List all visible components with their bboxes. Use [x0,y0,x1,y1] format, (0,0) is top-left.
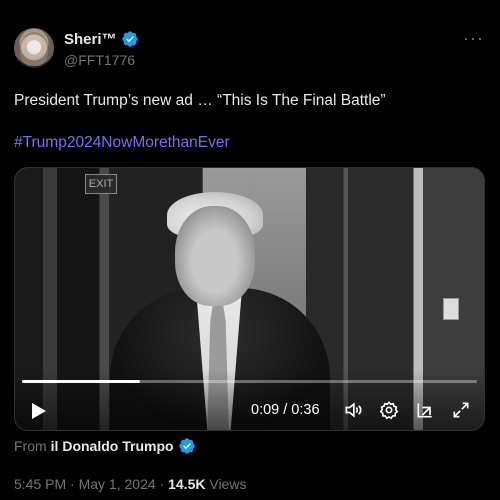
post-time[interactable]: 5:45 PM [14,476,66,492]
meta-separator: · [66,476,79,492]
post-date[interactable]: May 1, 2024 [79,476,156,492]
video-player[interactable]: EXIT 0:09 / 0:36 [14,167,485,431]
verified-badge-icon [178,438,195,454]
source-attribution: From il Donaldo Trumpo [14,437,196,455]
light-switch [443,298,459,320]
more-icon[interactable]: ··· [463,28,484,49]
meta-separator: · [155,476,169,492]
progress-fill [22,380,141,383]
controls-backdrop [15,370,484,430]
play-icon[interactable] [31,402,47,420]
hashtag-link[interactable]: #Trump2024NowMorethanEver [14,134,230,152]
pop-out-icon[interactable] [415,400,435,420]
source-prefix: From [14,438,47,454]
fullscreen-icon[interactable] [451,400,471,420]
volume-icon[interactable] [343,400,363,420]
face [175,206,255,306]
exit-sign: EXIT [85,174,117,194]
views-label: Views [205,476,247,492]
author-avatar[interactable] [14,28,54,68]
views-count: 14.5K [168,476,206,492]
verified-badge-icon [121,31,138,47]
settings-icon[interactable] [379,400,399,420]
video-time: 0:09 / 0:36 [251,402,320,418]
tweet-meta: 5:45 PM · May 1, 2024 · 14.5K Views [14,476,246,492]
author-name[interactable]: Sheri™ [64,30,139,48]
tweet-text: President Trump’s new ad … “This Is The … [14,92,386,109]
author-handle[interactable]: @FFT1776 [64,52,135,68]
progress-bar[interactable] [22,380,477,383]
author-name-text[interactable]: Sheri™ [64,31,117,48]
source-name[interactable]: il Donaldo Trumpo [51,438,174,454]
